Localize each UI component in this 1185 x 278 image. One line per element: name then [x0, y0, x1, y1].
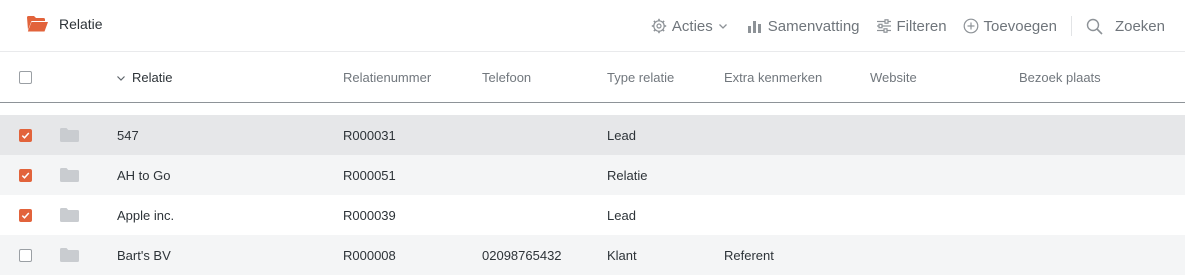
acties-label: Acties: [671, 17, 713, 35]
page-title: Relatie: [59, 16, 103, 32]
folder-open-icon: [27, 16, 48, 32]
relatienummer: R000031: [343, 127, 396, 143]
zoeken-label: Zoeken: [1114, 17, 1165, 35]
column-label: Telefoon: [482, 70, 532, 85]
relatienummer: R000051: [343, 167, 396, 183]
extra-kenmerken: Referent: [724, 247, 774, 263]
relatienummer: R000039: [343, 207, 396, 223]
column-label-relatie: Relatie: [132, 70, 173, 85]
column-header-type-relatie[interactable]: Type relatie: [607, 53, 674, 102]
brand: Relatie: [26, 15, 103, 33]
row-checkbox[interactable]: [19, 208, 32, 222]
telefoon: 02098765432: [482, 247, 562, 263]
column-header-bezoek-plaats[interactable]: Bezoek plaats: [1019, 53, 1101, 102]
row-checkbox[interactable]: [19, 128, 32, 142]
select-all-cell: [19, 53, 32, 102]
plus-circle-icon: [963, 18, 978, 34]
samenvatting-button[interactable]: Samenvatting: [747, 18, 860, 35]
row-checkbox[interactable]: [19, 168, 32, 182]
acties-button[interactable]: Acties: [651, 18, 729, 35]
filteren-button[interactable]: Filteren: [876, 18, 947, 35]
relatienummer: R000008: [343, 247, 396, 263]
column-label: Website: [870, 70, 917, 85]
checkmark-icon: [21, 131, 30, 139]
table-row[interactable]: Apple inc. R000039 Lead: [0, 195, 1185, 235]
column-label: Relatienummer: [343, 70, 432, 85]
gear-icon: [651, 18, 667, 34]
samenvatting-label: Samenvatting: [767, 17, 860, 35]
relatie-name[interactable]: 547: [117, 128, 139, 143]
search-icon: [1086, 18, 1103, 35]
toevoegen-label: Toevoegen: [983, 17, 1057, 35]
type-relatie: Klant: [607, 247, 637, 263]
type-relatie: Lead: [607, 127, 636, 143]
zoeken-button[interactable]: Zoeken: [1086, 18, 1165, 35]
sort-chevron-icon: [117, 75, 125, 81]
filteren-label: Filteren: [896, 17, 947, 35]
column-header-relatie[interactable]: Relatie: [116, 53, 172, 102]
folder-icon: [60, 248, 79, 262]
column-label: Type relatie: [607, 70, 675, 85]
chevron-down-icon: [718, 24, 727, 29]
checkmark-icon: [21, 211, 30, 219]
checkmark-icon: [21, 171, 30, 179]
toolbar-actions: Acties Samenvatting Filteren Toevoegen Z…: [651, 16, 1165, 36]
relatie-name[interactable]: Apple inc.: [117, 208, 174, 223]
relatie-name[interactable]: AH to Go: [117, 168, 170, 183]
column-label: Bezoek plaats: [1019, 70, 1101, 85]
table-row[interactable]: AH to Go R000051 Relatie: [0, 155, 1185, 195]
toolbar: Relatie Acties Samenvatting Filteren Toe…: [0, 0, 1185, 52]
table-header: Relatie Relatienummer Telefoon Type rela…: [0, 53, 1185, 103]
type-relatie: Relatie: [607, 167, 648, 183]
select-all-checkbox[interactable]: [19, 71, 32, 84]
folder-icon: [60, 168, 79, 182]
bar-chart-icon: [747, 21, 761, 33]
column-label: Extra kenmerken: [724, 70, 823, 85]
column-header-extra-kenmerken[interactable]: Extra kenmerken: [724, 53, 822, 102]
type-relatie: Lead: [607, 207, 636, 223]
row-checkbox[interactable]: [19, 248, 32, 262]
column-header-website[interactable]: Website: [870, 53, 917, 102]
column-header-telefoon[interactable]: Telefoon: [482, 53, 531, 102]
table-row[interactable]: Bart's BV R000008 02098765432 Klant Refe…: [0, 235, 1185, 275]
folder-icon: [60, 208, 79, 222]
toevoegen-button[interactable]: Toevoegen: [963, 18, 1057, 35]
column-header-relatienummer[interactable]: Relatienummer: [343, 53, 431, 102]
relatie-name[interactable]: Bart's BV: [117, 248, 171, 263]
toolbar-divider: [1070, 16, 1072, 36]
folder-icon: [60, 128, 79, 142]
sliders-icon: [876, 19, 891, 33]
table-row[interactable]: 547 R000031 Lead: [0, 115, 1185, 155]
